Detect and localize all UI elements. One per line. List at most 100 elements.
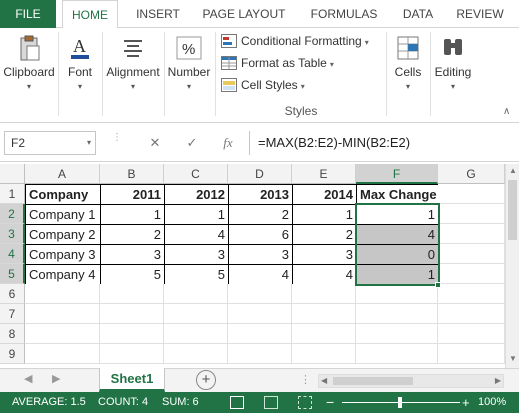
font-group[interactable]: A Font ▾	[60, 28, 100, 123]
cell[interactable]	[438, 264, 505, 284]
table-cell[interactable]: Company 1	[25, 204, 101, 225]
table-cell[interactable]: 3	[292, 244, 357, 265]
scroll-down-icon[interactable]: ▼	[509, 354, 517, 363]
scroll-right-icon[interactable]: ▶	[495, 375, 501, 387]
tab-file[interactable]: FILE	[0, 0, 56, 28]
scroll-thumb[interactable]	[508, 180, 517, 240]
cells-group[interactable]: Cells ▾	[388, 28, 428, 123]
cell[interactable]	[292, 344, 356, 364]
sheet-tab-sheet1[interactable]: Sheet1	[99, 368, 165, 392]
table-cell[interactable]: 1	[164, 204, 229, 225]
cell[interactable]	[438, 204, 505, 224]
table-cell[interactable]: 1	[100, 204, 165, 225]
tab-home[interactable]: HOME	[62, 0, 118, 29]
active-cell[interactable]: 1	[356, 204, 439, 225]
add-sheet-icon[interactable]: +	[196, 370, 216, 390]
column-header-f[interactable]: F	[356, 164, 438, 184]
cell[interactable]	[100, 304, 164, 324]
table-cell[interactable]: 3	[228, 244, 293, 265]
zoom-in-icon[interactable]: +	[462, 392, 470, 413]
cell[interactable]	[292, 324, 356, 344]
horizontal-scrollbar[interactable]: ◀ ▶	[318, 374, 504, 388]
column-header-d[interactable]: D	[228, 164, 292, 184]
tab-page-layout[interactable]: PAGE LAYOUT	[196, 0, 292, 28]
selected-cell[interactable]: 1	[356, 264, 439, 285]
row-header-8[interactable]: 8	[0, 324, 25, 344]
cell[interactable]	[228, 304, 292, 324]
table-cell[interactable]: 4	[292, 264, 357, 285]
table-header-cell[interactable]: 2013	[228, 184, 293, 205]
selected-cell[interactable]: 0	[356, 244, 439, 265]
table-cell[interactable]: 6	[228, 224, 293, 245]
cell[interactable]	[100, 344, 164, 364]
column-header-c[interactable]: C	[164, 164, 228, 184]
zoom-slider-thumb[interactable]	[398, 397, 402, 408]
number-group[interactable]: % Number ▾	[166, 28, 212, 123]
column-header-g[interactable]: G	[438, 164, 505, 184]
fill-handle[interactable]	[435, 282, 441, 288]
zoom-level[interactable]: 100%	[478, 392, 506, 413]
zoom-out-icon[interactable]: −	[326, 392, 334, 413]
table-header-cell[interactable]: 2012	[164, 184, 229, 205]
editing-group[interactable]: Editing ▾	[432, 28, 474, 123]
scroll-thumb[interactable]	[333, 377, 413, 385]
cell[interactable]	[228, 344, 292, 364]
format-as-table-button[interactable]: Format as Table ▾	[221, 52, 334, 74]
previous-sheet-icon[interactable]: ◀	[24, 372, 32, 385]
cell[interactable]	[356, 324, 438, 344]
select-all-corner[interactable]	[0, 164, 25, 184]
name-box[interactable]: F2 ▾	[4, 131, 96, 155]
next-sheet-icon[interactable]: ▶	[52, 372, 60, 385]
tab-insert[interactable]: INSERT	[128, 0, 188, 28]
table-cell[interactable]: 3	[100, 244, 165, 265]
scroll-left-icon[interactable]: ◀	[321, 375, 327, 387]
cell[interactable]	[356, 304, 438, 324]
cell[interactable]	[164, 284, 228, 304]
cell[interactable]	[292, 284, 356, 304]
cell[interactable]	[356, 344, 438, 364]
column-header-b[interactable]: B	[100, 164, 164, 184]
cell[interactable]	[292, 304, 356, 324]
insert-function-icon[interactable]: fx	[216, 133, 240, 153]
scroll-up-icon[interactable]: ▲	[509, 166, 517, 175]
table-header-cell[interactable]: 2014	[292, 184, 357, 205]
cell[interactable]	[25, 324, 100, 344]
clipboard-group[interactable]: Clipboard ▾	[2, 28, 56, 123]
cell[interactable]	[356, 284, 438, 304]
row-header-4[interactable]: 4	[0, 244, 25, 264]
table-cell[interactable]: 3	[164, 244, 229, 265]
cell[interactable]	[438, 224, 505, 244]
formula-input[interactable]: =MAX(B2:E2)-MIN(B2:E2)	[249, 131, 511, 155]
cell[interactable]	[438, 304, 505, 324]
page-layout-view-icon[interactable]	[264, 396, 278, 409]
table-cell[interactable]: 5	[100, 264, 165, 285]
table-cell[interactable]: Company 4	[25, 264, 101, 285]
table-header-cell[interactable]: Company	[25, 184, 101, 205]
table-cell[interactable]: 5	[164, 264, 229, 285]
cell[interactable]	[164, 344, 228, 364]
cell[interactable]	[438, 284, 505, 304]
cell[interactable]	[438, 324, 505, 344]
row-header-6[interactable]: 6	[0, 284, 25, 304]
cell[interactable]	[25, 304, 100, 324]
cell[interactable]	[100, 284, 164, 304]
cell[interactable]	[438, 184, 505, 204]
cell[interactable]	[25, 284, 100, 304]
vertical-scrollbar[interactable]: ▲ ▼	[505, 164, 519, 368]
cancel-icon[interactable]: ✕	[143, 133, 167, 153]
enter-icon[interactable]: ✓	[180, 133, 204, 153]
row-header-2[interactable]: 2	[0, 204, 25, 224]
table-cell[interactable]: 2	[228, 204, 293, 225]
cell[interactable]	[164, 304, 228, 324]
column-header-a[interactable]: A	[25, 164, 100, 184]
selected-cell[interactable]: 4	[356, 224, 439, 245]
row-header-3[interactable]: 3	[0, 224, 25, 244]
cell[interactable]	[228, 284, 292, 304]
cell[interactable]	[438, 344, 505, 364]
row-header-5[interactable]: 5	[0, 264, 25, 284]
tab-split-grip-icon[interactable]: ⋮	[300, 373, 311, 386]
cell[interactable]	[228, 324, 292, 344]
row-header-9[interactable]: 9	[0, 344, 25, 364]
page-break-view-icon[interactable]	[298, 396, 312, 409]
table-cell[interactable]: 4	[228, 264, 293, 285]
